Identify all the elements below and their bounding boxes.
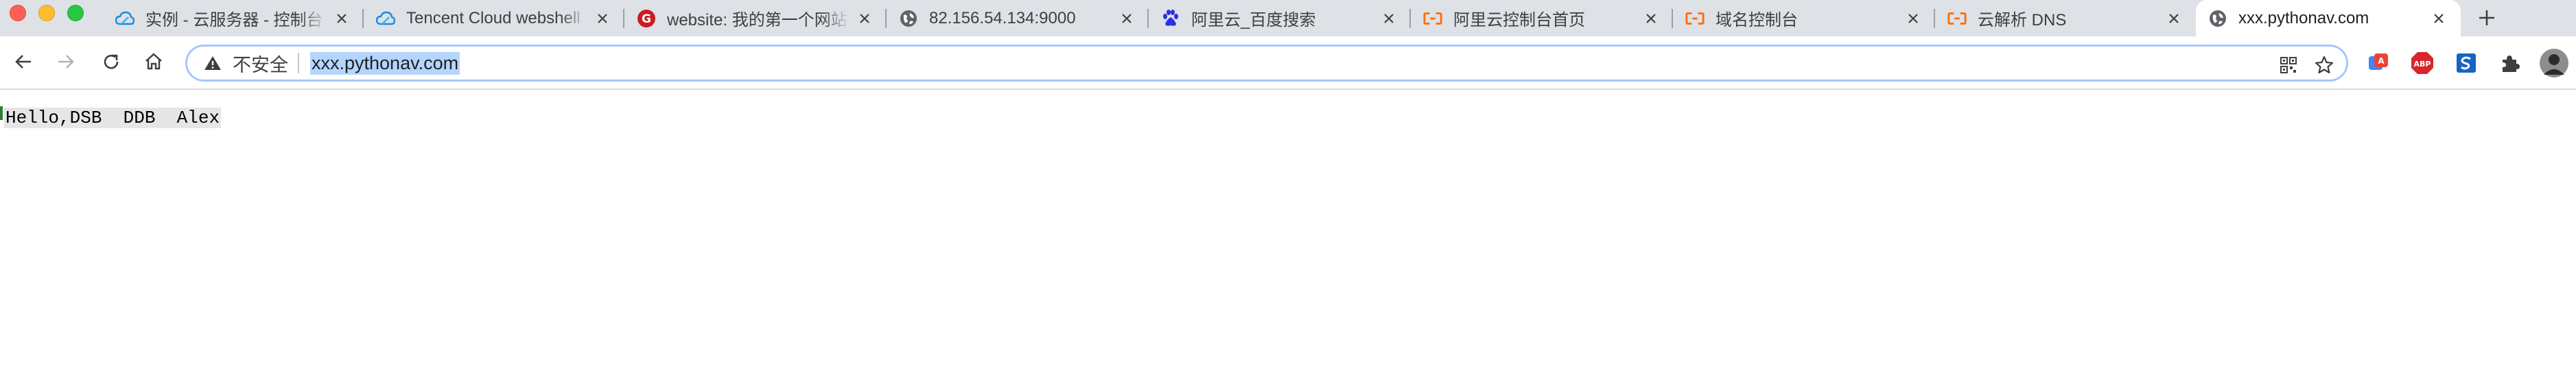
tab-6[interactable]: 阿里云控制台首页: [1411, 0, 1673, 36]
close-icon[interactable]: [332, 9, 351, 28]
home-button[interactable]: [139, 48, 169, 78]
arrow-left-icon: [14, 52, 33, 75]
tab-1[interactable]: 实例 - 云服务器 - 控制台: [103, 0, 364, 36]
avatar[interactable]: [2539, 48, 2569, 78]
cloud-icon: [376, 9, 395, 28]
omnibox-divider: [298, 53, 299, 73]
page-content: Hello,DSB DDB Alex: [0, 90, 2576, 388]
tab-title: 云解析 DNS: [1978, 11, 2067, 29]
plus-icon: [2478, 9, 2496, 30]
tab-7[interactable]: 域名控制台: [1673, 0, 1935, 36]
window-close-button[interactable]: [10, 5, 26, 21]
svg-text:ABP: ABP: [2414, 60, 2431, 69]
star-icon[interactable]: [2315, 56, 2334, 75]
security-status-label[interactable]: 不安全: [233, 50, 288, 77]
window-zoom-button[interactable]: [67, 5, 84, 21]
puzzle-icon[interactable]: [2498, 51, 2522, 75]
translate-extension-icon[interactable]: A: [2366, 51, 2391, 75]
tab-5[interactable]: 阿里云_百度搜索: [1149, 0, 1411, 36]
tab-4[interactable]: 82.156.54.134:9000: [887, 0, 1149, 36]
adblock-plus-icon[interactable]: ABP: [2410, 51, 2435, 75]
page-text: Hello,DSB DDB Alex: [4, 108, 222, 128]
new-tab-button[interactable]: [2473, 5, 2501, 33]
reload-button[interactable]: [96, 48, 126, 78]
tab-2[interactable]: Tencent Cloud webshell: [364, 0, 624, 36]
gitee-icon: G: [637, 9, 656, 28]
globe-icon: [899, 9, 918, 28]
s-extension-icon[interactable]: [2454, 51, 2479, 75]
browser-toolbar: 不安全 xxx.pythonav.com A ABP: [0, 36, 2576, 90]
close-icon[interactable]: [2429, 9, 2448, 28]
home-icon: [144, 52, 163, 75]
aliyun-icon: [1685, 9, 1705, 28]
svg-text:G: G: [642, 12, 651, 26]
tab-title: 实例 - 云服务器 - 控制台: [145, 11, 323, 29]
reload-icon: [102, 52, 121, 75]
window-minimize-button[interactable]: [38, 5, 55, 21]
tab-title: 82.156.54.134:9000: [929, 8, 1076, 27]
close-icon[interactable]: [1904, 9, 1923, 28]
back-button[interactable]: [8, 48, 38, 78]
close-icon[interactable]: [1641, 9, 1661, 28]
tab-title: 阿里云_百度搜索: [1191, 11, 1316, 29]
tab-title: Tencent Cloud webshell: [406, 8, 581, 27]
close-icon[interactable]: [855, 9, 874, 28]
address-bar[interactable]: 不安全 xxx.pythonav.com: [185, 45, 2348, 82]
close-icon[interactable]: [1117, 9, 1136, 28]
arrow-right-icon: [56, 52, 75, 75]
tab-strip: 实例 - 云服务器 - 控制台 Tencent Cloud webshell G…: [0, 0, 2576, 36]
aliyun-icon: [1423, 9, 1442, 28]
close-icon[interactable]: [593, 9, 612, 28]
forward-button[interactable]: [51, 48, 81, 78]
url-field[interactable]: xxx.pythonav.com: [310, 51, 460, 75]
tab-active[interactable]: xxx.pythonav.com: [2196, 0, 2461, 36]
edge-marker: [0, 106, 3, 120]
tab-3[interactable]: G website: 我的第一个网站: [624, 0, 887, 36]
tab-title: xxx.pythonav.com: [2238, 8, 2369, 27]
close-icon[interactable]: [1379, 9, 1398, 28]
close-icon[interactable]: [2164, 9, 2183, 28]
qr-code-icon[interactable]: [2279, 56, 2298, 75]
tab-title: 域名控制台: [1716, 11, 1798, 29]
cloud-icon: [115, 9, 134, 28]
tab-8[interactable]: 云解析 DNS: [1935, 0, 2196, 36]
baidu-icon: [1161, 9, 1180, 28]
tab-title: 阿里云控制台首页: [1453, 11, 1585, 29]
svg-text:A: A: [2378, 56, 2385, 66]
tab-title: website: 我的第一个网站: [667, 11, 847, 29]
warning-icon[interactable]: [202, 53, 223, 73]
aliyun-icon: [1947, 9, 1967, 28]
globe-icon: [2208, 9, 2227, 28]
